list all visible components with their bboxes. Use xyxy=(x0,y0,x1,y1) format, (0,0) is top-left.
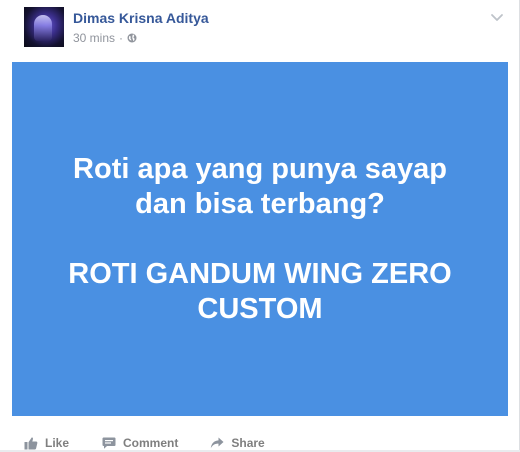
meta-separator: · xyxy=(119,31,124,45)
globe-icon[interactable] xyxy=(127,33,137,43)
share-label: Share xyxy=(231,436,265,450)
comment-bubble-icon xyxy=(102,437,116,449)
share-button[interactable]: Share xyxy=(210,436,265,450)
share-arrow-icon xyxy=(211,437,224,449)
status-background-card: Roti apa yang punya sayap dan bisa terba… xyxy=(12,62,508,416)
comment-button[interactable]: Comment xyxy=(102,436,178,450)
like-button[interactable]: Like xyxy=(24,436,69,450)
avatar-figure xyxy=(34,15,52,41)
feed-post: Dimas Krisna Aditya 30 mins · Roti apa y… xyxy=(0,0,520,450)
post-timestamp[interactable]: 30 mins xyxy=(73,31,115,45)
post-meta: 30 mins · xyxy=(73,31,137,45)
comment-label: Comment xyxy=(123,436,179,450)
answer-line-2: CUSTOM xyxy=(197,292,323,325)
like-label: Like xyxy=(45,436,70,450)
answer-line-1: ROTI GANDUM WING ZERO xyxy=(68,257,452,290)
post-actions: Like Comment Share xyxy=(24,434,265,452)
question-line-1: Roti apa yang punya sayap xyxy=(73,152,447,185)
thumbs-up-icon xyxy=(24,437,38,450)
question-line-2: dan bisa terbang? xyxy=(135,187,385,220)
author-avatar[interactable] xyxy=(24,7,64,47)
author-name-link[interactable]: Dimas Krisna Aditya xyxy=(73,10,209,26)
chevron-down-icon[interactable] xyxy=(489,10,505,24)
